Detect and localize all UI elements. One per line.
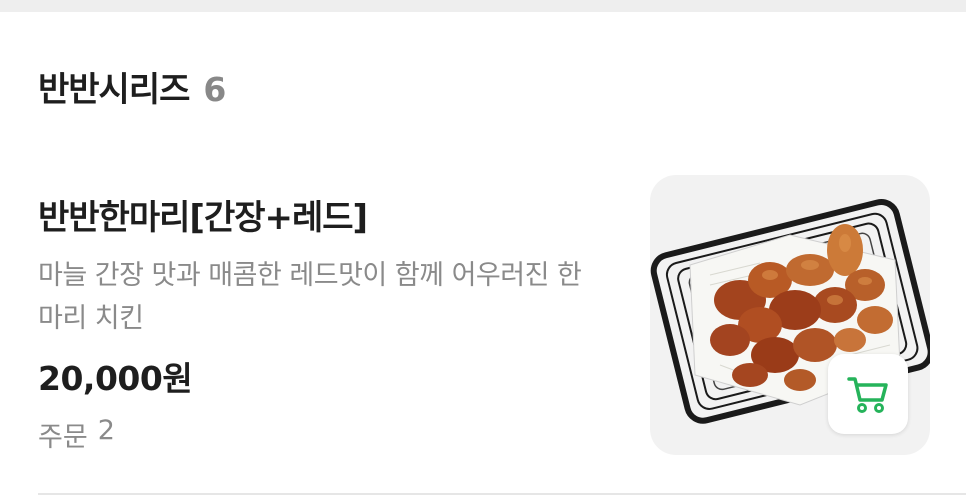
menu-item-order-count: 주문 2 — [38, 415, 115, 454]
top-separator-bar — [0, 0, 966, 12]
menu-item-name: 반반한마리[간장+레드] — [38, 198, 368, 238]
section-title: 반반시리즈 — [38, 70, 190, 110]
shopping-cart-icon — [847, 377, 888, 413]
order-count-value: 2 — [97, 415, 115, 446]
item-divider — [38, 493, 966, 495]
add-to-cart-button[interactable] — [828, 354, 908, 434]
menu-item-description: 마늘 간장 맛과 매콤한 레드맛이 함께 어우러진 한 마리 치킨 — [38, 260, 582, 334]
menu-item-card[interactable]: 반반한마리[간장+레드] 마늘 간장 맛과 매콤한 레드맛이 함께 어우러진 한… — [0, 170, 966, 470]
section-item-count: 6 — [203, 70, 227, 109]
order-label: 주문 — [38, 422, 88, 453]
menu-item-price: 20,000원 — [38, 359, 193, 398]
section-header: 반반시리즈 6 — [38, 62, 226, 111]
